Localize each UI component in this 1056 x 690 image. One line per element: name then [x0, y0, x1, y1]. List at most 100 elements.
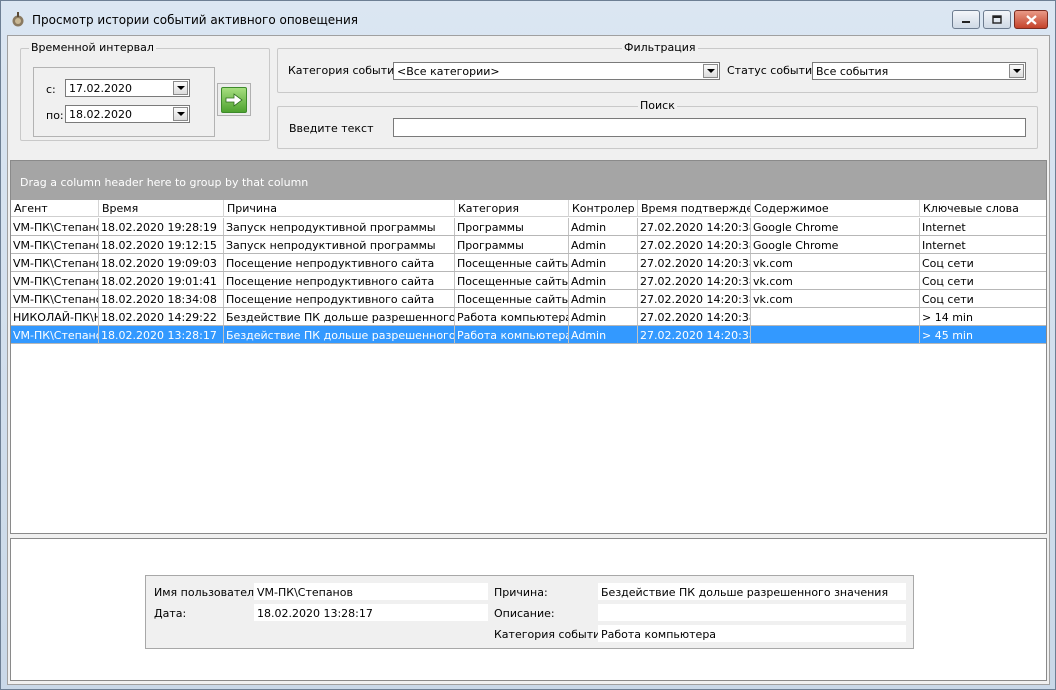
- category-select-value: <Все категории>: [397, 65, 500, 78]
- grid-rows: VM-ПК\Степанов18.02.2020 19:28:19Запуск …: [11, 218, 1046, 344]
- cell-confirm-time: 27.02.2020 14:20:38: [638, 218, 751, 235]
- column-header-controller[interactable]: Контролер: [569, 200, 638, 217]
- client-area: Временной интервал с: 17.02.2020 по: 18.…: [7, 35, 1050, 685]
- cell-reason: Запуск непродуктивной программы: [224, 218, 455, 235]
- search-legend: Поиск: [638, 99, 677, 112]
- minimize-button[interactable]: [952, 10, 980, 29]
- column-header-time[interactable]: Время: [99, 200, 224, 217]
- cell-time: 18.02.2020 19:28:19: [99, 218, 224, 235]
- title-bar[interactable]: Просмотр истории событий активного опове…: [1, 1, 1055, 35]
- cell-content: [751, 308, 920, 325]
- minimize-icon: [962, 20, 970, 23]
- filter-group: Фильтрация Категория событий <Все катего…: [277, 41, 1038, 93]
- cell-confirm-time: 27.02.2020 14:20:38: [638, 308, 751, 325]
- cell-reason: Бездействие ПК дольше разрешенного значе…: [224, 308, 455, 325]
- details-category-value: Работа компьютера: [598, 625, 906, 642]
- cell-keywords: > 14 min: [922, 311, 973, 324]
- details-description-label: Описание:: [494, 607, 555, 620]
- cell-confirm-time: 27.02.2020 14:20:38: [638, 326, 751, 343]
- column-header-confirm-time[interactable]: Время подтверждения: [638, 200, 751, 217]
- cell-category: Программы: [455, 236, 569, 253]
- arrow-right-icon: [225, 92, 243, 107]
- close-button[interactable]: [1014, 10, 1048, 29]
- to-date-dropdown-button[interactable]: [173, 107, 188, 121]
- from-date-dropdown-button[interactable]: [173, 81, 188, 95]
- cell-controller: Admin: [569, 290, 638, 307]
- cell-agent: VM-ПК\Степанов: [11, 290, 99, 307]
- to-date-picker[interactable]: 18.02.2020: [65, 105, 190, 123]
- column-header-category[interactable]: Категория: [455, 200, 569, 217]
- interval-legend: Временной интервал: [29, 41, 156, 54]
- cell-category: Посещенные сайты: [455, 272, 569, 289]
- cell-time: 18.02.2020 13:28:17: [99, 326, 224, 343]
- from-date-picker[interactable]: 17.02.2020: [65, 79, 190, 97]
- column-header-agent[interactable]: Агент: [11, 200, 99, 217]
- events-grid[interactable]: Drag a column header here to group by th…: [10, 160, 1047, 534]
- category-dropdown-button[interactable]: [703, 64, 718, 78]
- details-reason-label: Причина:: [494, 586, 548, 599]
- category-select[interactable]: <Все категории>: [393, 62, 720, 80]
- table-row[interactable]: VM-ПК\Степанов18.02.2020 19:01:41Посещен…: [11, 272, 1046, 290]
- apply-button-face: [221, 86, 247, 113]
- table-row[interactable]: VM-ПК\Степанов18.02.2020 19:12:15Запуск …: [11, 236, 1046, 254]
- details-reason-value: Бездействие ПК дольше разрешенного значе…: [598, 583, 906, 600]
- cell-content: Google Chrome: [751, 218, 920, 235]
- from-label: с:: [46, 83, 56, 96]
- group-by-panel[interactable]: Drag a column header here to group by th…: [11, 161, 1046, 200]
- interval-group: Временной интервал с: 17.02.2020 по: 18.…: [20, 41, 270, 141]
- details-description-value: [598, 604, 906, 621]
- details-date-label: Дата:: [154, 607, 187, 620]
- table-row[interactable]: VM-ПК\Степанов18.02.2020 13:28:17Бездейс…: [11, 326, 1046, 344]
- status-select[interactable]: Все события: [812, 62, 1026, 80]
- cell-reason: Бездействие ПК дольше разрешенного значе…: [224, 326, 455, 343]
- cell-time: 18.02.2020 19:09:03: [99, 254, 224, 271]
- cell-category: Работа компьютера: [455, 326, 569, 343]
- cell-category: Программы: [455, 218, 569, 235]
- interval-inner-frame: с: 17.02.2020 по: 18.02.2020: [33, 67, 215, 137]
- cell-controller: Admin: [569, 218, 638, 235]
- cell-reason: Посещение непродуктивного сайта: [224, 254, 455, 271]
- chevron-down-icon: [176, 112, 185, 116]
- cell-keywords: Internet: [922, 221, 966, 234]
- cell-agent: VM-ПК\Степанов: [11, 272, 99, 289]
- details-panel: Имя пользователя: VM-ПК\Степанов Дата: 1…: [10, 538, 1047, 681]
- search-input[interactable]: [393, 118, 1026, 137]
- table-row[interactable]: VM-ПК\Степанов18.02.2020 19:28:19Запуск …: [11, 218, 1046, 236]
- details-date-value: 18.02.2020 13:28:17: [254, 604, 488, 621]
- details-category-label: Категория событий:: [494, 628, 612, 641]
- cell-controller: Admin: [569, 308, 638, 325]
- status-dropdown-button[interactable]: [1009, 64, 1024, 78]
- cell-category: Работа компьютера: [455, 308, 569, 325]
- details-user-value: VM-ПК\Степанов: [254, 583, 488, 600]
- cell-keywords: Internet: [922, 239, 966, 252]
- from-date-value: 17.02.2020: [69, 82, 132, 95]
- to-date-value: 18.02.2020: [69, 108, 132, 121]
- search-label: Введите текст: [289, 122, 374, 135]
- category-label: Категория событий: [288, 64, 402, 77]
- cell-category: Посещенные сайты: [455, 290, 569, 307]
- cell-content: [751, 326, 920, 343]
- close-icon: [1025, 14, 1037, 25]
- table-row[interactable]: VM-ПК\Степанов18.02.2020 18:34:08Посещен…: [11, 290, 1046, 308]
- cell-confirm-time: 27.02.2020 14:20:38: [638, 236, 751, 253]
- apply-interval-button[interactable]: [217, 83, 251, 116]
- details-box: Имя пользователя: VM-ПК\Степанов Дата: 1…: [145, 575, 914, 649]
- column-header-keywords[interactable]: Ключевые слова: [920, 200, 1046, 217]
- cell-agent: VM-ПК\Степанов: [11, 218, 99, 235]
- cell-time: 18.02.2020 14:29:22: [99, 308, 224, 325]
- cell-reason: Посещение непродуктивного сайта: [224, 290, 455, 307]
- cell-reason: Запуск непродуктивной программы: [224, 236, 455, 253]
- cell-agent: НИКОЛАЙ-ПК\Н: [11, 308, 99, 325]
- table-row[interactable]: НИКОЛАЙ-ПК\Н 18.02.2020 14:29:22 Бездейств…: [11, 308, 1046, 326]
- cell-controller: Admin: [569, 254, 638, 271]
- cell-category: Посещенные сайты: [455, 254, 569, 271]
- details-user-label: Имя пользователя:: [154, 586, 265, 599]
- chevron-down-icon: [706, 69, 715, 73]
- cell-controller: Admin: [569, 272, 638, 289]
- column-header-content[interactable]: Содержимое: [751, 200, 920, 217]
- column-header-reason[interactable]: Причина: [224, 200, 455, 217]
- maximize-button[interactable]: [983, 10, 1011, 29]
- cell-keywords: Соц сети: [922, 293, 974, 306]
- main-window: Просмотр истории событий активного опове…: [0, 0, 1056, 690]
- table-row[interactable]: VM-ПК\Степанов18.02.2020 19:09:03Посещен…: [11, 254, 1046, 272]
